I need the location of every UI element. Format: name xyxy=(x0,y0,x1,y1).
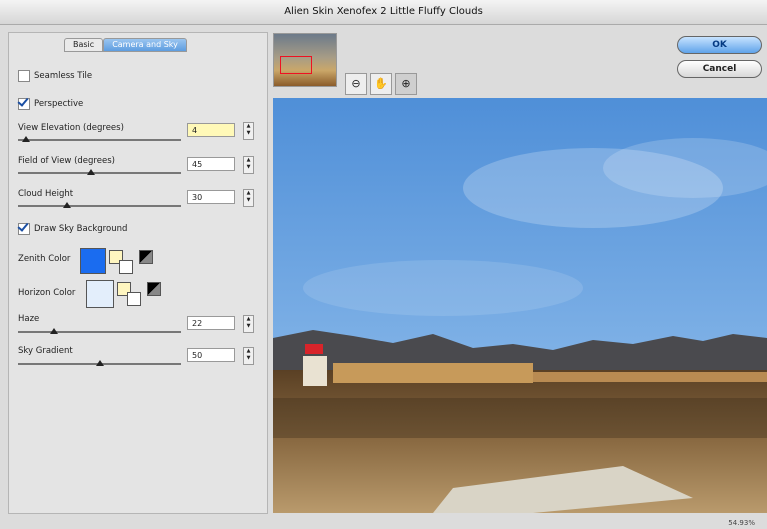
tab-bar: Basic Camera and Sky xyxy=(64,38,187,52)
seamless-tile-checkbox[interactable]: Seamless Tile xyxy=(18,70,92,82)
ok-button[interactable]: OK xyxy=(677,36,762,54)
zoom-level: 54.93% xyxy=(728,519,755,527)
horizon-eyedropper-icon[interactable] xyxy=(147,282,161,296)
slider-thumb[interactable] xyxy=(63,202,71,208)
cloud-height-slider[interactable] xyxy=(18,202,181,208)
sky-gradient-label: Sky Gradient xyxy=(18,346,73,356)
cancel-button[interactable]: Cancel xyxy=(677,60,762,78)
field-of-view-slider[interactable] xyxy=(18,169,181,175)
window-title: Alien Skin Xenofex 2 Little Fluffy Cloud… xyxy=(0,0,767,25)
field-of-view-field[interactable]: 45 xyxy=(187,157,235,171)
checkbox-box[interactable] xyxy=(18,98,30,110)
horizon-color-label: Horizon Color xyxy=(18,288,76,298)
cloud-height-label: Cloud Height xyxy=(18,189,74,199)
field-of-view-label: Field of View (degrees) xyxy=(18,156,115,166)
zenith-color-label: Zenith Color xyxy=(18,254,71,264)
tab-camera-and-sky[interactable]: Camera and Sky xyxy=(103,38,187,52)
zenith-eyedropper-icon[interactable] xyxy=(139,250,153,264)
checkbox-box[interactable] xyxy=(18,70,30,82)
zenith-color-swatch[interactable] xyxy=(80,248,106,274)
view-elevation-slider[interactable] xyxy=(18,136,181,142)
preview-image[interactable] xyxy=(273,98,767,513)
slider-thumb[interactable] xyxy=(87,169,95,175)
perspective-checkbox[interactable]: Perspective xyxy=(18,98,83,110)
perspective-label: Perspective xyxy=(34,99,84,109)
navigator-view-frame[interactable] xyxy=(280,56,312,74)
sky-gradient-stepper[interactable]: ▲ ▼ xyxy=(243,347,254,365)
zenith-color-reset-icon[interactable] xyxy=(119,260,133,274)
navigator-thumbnail[interactable] xyxy=(273,33,337,87)
haze-label: Haze xyxy=(18,314,40,324)
haze-stepper[interactable]: ▲ ▼ xyxy=(243,315,254,333)
slider-thumb[interactable] xyxy=(22,136,30,142)
zoom-out-icon[interactable]: ⊖ xyxy=(345,73,367,95)
tab-basic[interactable]: Basic xyxy=(64,38,104,52)
horizon-color-reset-icon[interactable] xyxy=(127,292,141,306)
cloud-height-field[interactable]: 30 xyxy=(187,190,235,204)
sky-gradient-field[interactable]: 50 xyxy=(187,348,235,362)
haze-slider[interactable] xyxy=(18,328,181,334)
hand-icon[interactable]: ✋ xyxy=(370,73,392,95)
seamless-tile-label: Seamless Tile xyxy=(34,71,93,81)
preview-scene xyxy=(273,98,767,513)
view-elevation-stepper[interactable]: ▲ ▼ xyxy=(243,122,254,140)
zoom-in-icon[interactable]: ⊕ xyxy=(395,73,417,95)
cloud-height-stepper[interactable]: ▲ ▼ xyxy=(243,189,254,207)
draw-sky-background-checkbox[interactable]: Draw Sky Background xyxy=(18,223,127,235)
draw-sky-background-label: Draw Sky Background xyxy=(34,224,128,234)
field-of-view-stepper[interactable]: ▲ ▼ xyxy=(243,156,254,174)
slider-thumb[interactable] xyxy=(96,360,104,366)
view-elevation-label: View Elevation (degrees) xyxy=(18,123,124,133)
checkbox-box[interactable] xyxy=(18,223,30,235)
haze-field[interactable]: 22 xyxy=(187,316,235,330)
view-elevation-field[interactable]: 4 xyxy=(187,123,235,137)
horizon-color-swatch[interactable] xyxy=(86,280,114,308)
sky-gradient-slider[interactable] xyxy=(18,360,181,366)
slider-thumb[interactable] xyxy=(50,328,58,334)
